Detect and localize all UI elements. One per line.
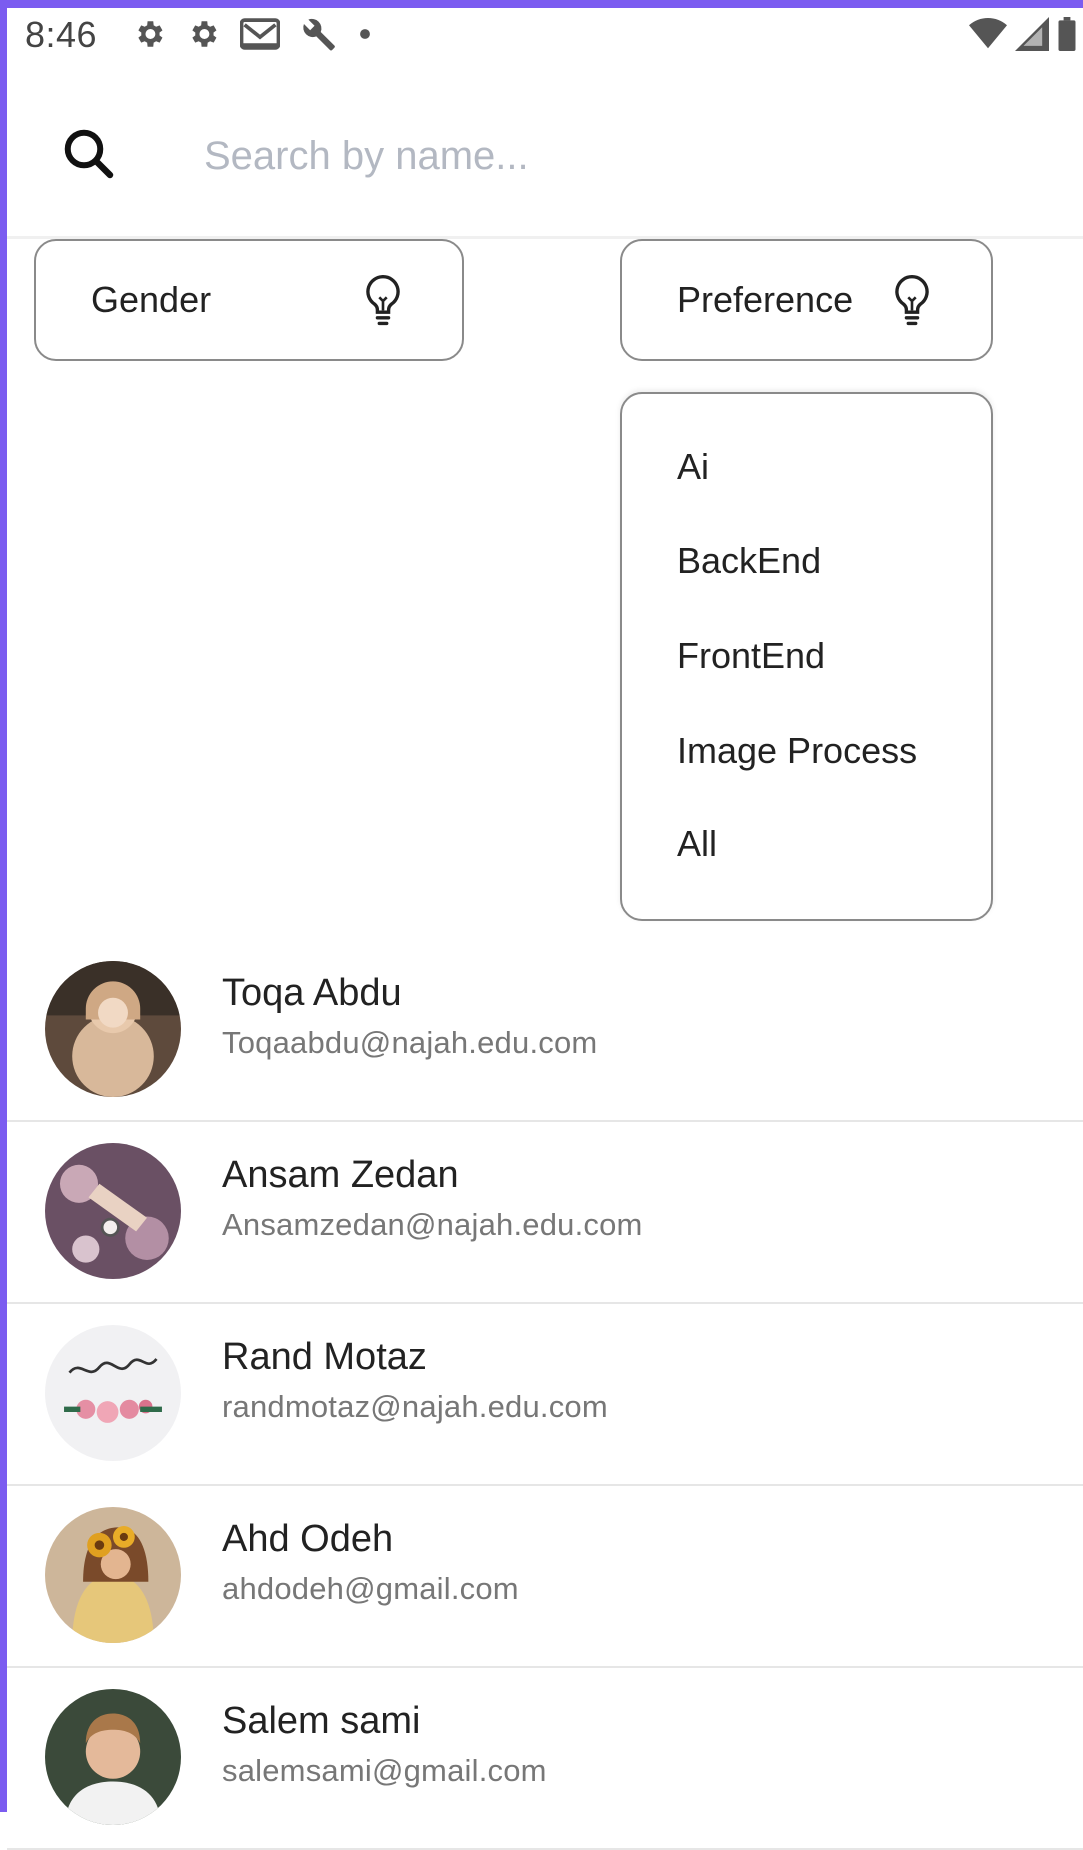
preference-dropdown-menu: Ai BackEnd FrontEnd Image Process All — [620, 392, 993, 921]
avatar — [45, 1325, 181, 1461]
mail-icon — [240, 18, 280, 50]
wrench-icon — [303, 18, 335, 51]
lightbulb-icon — [895, 275, 929, 326]
wifi-icon — [969, 18, 1007, 49]
user-email: randmotaz@najah.edu.com — [222, 1389, 608, 1424]
avatar — [45, 961, 181, 1097]
user-list-item[interactable]: Ahd Odeh ahdodeh@gmail.com — [7, 1486, 1083, 1668]
user-name: Ahd Odeh — [222, 1518, 394, 1560]
user-name: Salem sami — [222, 1700, 421, 1742]
user-email: salemsami@gmail.com — [222, 1753, 547, 1788]
dot-icon — [360, 29, 370, 39]
status-bar: 8:46 — [7, 8, 1083, 64]
search-bar — [7, 80, 1083, 236]
status-icons-right — [961, 14, 1077, 54]
user-name: Rand Motaz — [222, 1336, 427, 1378]
user-list-item[interactable]: Salem sami salemsami@gmail.com — [7, 1668, 1083, 1850]
user-email: ahdodeh@gmail.com — [222, 1571, 519, 1606]
battery-icon — [1058, 17, 1076, 51]
user-list-item[interactable]: Toqa Abdu Toqaabdu@najah.edu.com — [7, 940, 1083, 1122]
user-name: Toqa Abdu — [222, 972, 402, 1014]
signal-icon — [1015, 17, 1049, 51]
window-frame-left — [0, 0, 7, 1812]
search-icon[interactable] — [59, 124, 119, 184]
preference-filter-label: Preference — [677, 279, 854, 320]
status-icons-left — [132, 14, 392, 54]
avatar — [45, 1507, 181, 1643]
gender-filter-label: Gender — [91, 279, 212, 320]
dropdown-option-image-process[interactable]: Image Process — [677, 723, 917, 779]
gear-icon — [138, 21, 163, 47]
lightbulb-icon — [366, 275, 400, 326]
gear-icon — [192, 21, 217, 47]
user-email: Ansamzedan@najah.edu.com — [222, 1207, 643, 1242]
dropdown-option-ai[interactable]: Ai — [677, 439, 709, 495]
search-input[interactable] — [202, 120, 1026, 192]
avatar — [45, 1689, 181, 1825]
user-list: Toqa Abdu Toqaabdu@najah.edu.com Ansam Z… — [7, 940, 1083, 1850]
dropdown-option-backend[interactable]: BackEnd — [677, 533, 821, 589]
window-frame-top — [0, 0, 1083, 8]
gender-filter-button[interactable]: Gender — [34, 239, 464, 361]
user-email: Toqaabdu@najah.edu.com — [222, 1025, 598, 1060]
preference-filter-button[interactable]: Preference — [620, 239, 993, 361]
dropdown-option-all[interactable]: All — [677, 816, 717, 872]
status-time: 8:46 — [25, 14, 98, 55]
avatar — [45, 1143, 181, 1279]
user-list-item[interactable]: Ansam Zedan Ansamzedan@najah.edu.com — [7, 1122, 1083, 1304]
user-name: Ansam Zedan — [222, 1154, 459, 1196]
user-list-item[interactable]: Rand Motaz randmotaz@najah.edu.com — [7, 1304, 1083, 1486]
dropdown-option-frontend[interactable]: FrontEnd — [677, 628, 825, 684]
